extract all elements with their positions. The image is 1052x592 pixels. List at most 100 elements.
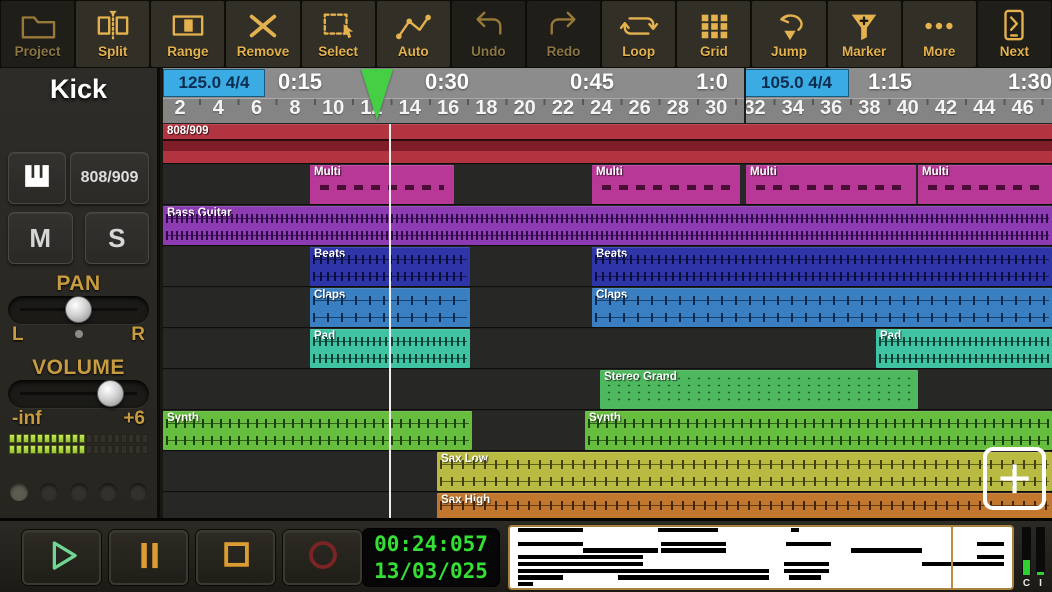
minimap-row [510,541,1012,546]
instrument-preset-button[interactable]: 808/909 [70,152,149,204]
ruler-bar-number: 30 [705,99,728,119]
time-display[interactable]: 00:24:057 13/03/025 [362,528,500,587]
audio-clip[interactable]: Synth [163,411,472,450]
audio-clip[interactable]: Sax High [437,493,1052,518]
track-row-claps[interactable]: Claps Claps [163,288,1052,328]
toolbar-button-label: Select [318,44,359,60]
ruler-bar-number: 10 [322,99,345,119]
audio-clip[interactable]: Synth [585,411,1052,450]
add-clip-button[interactable]: + [983,447,1046,510]
track-row-sax-low[interactable]: Sax Low [163,452,1052,492]
toolbar-button-redo[interactable]: Redo [526,1,601,67]
play-button[interactable] [22,530,101,585]
track-row-sax-high[interactable]: Sax High [163,493,1052,518]
ruler-bar-number: 2 [174,99,186,119]
track-row-808-909[interactable]: 808/909 [163,124,1052,164]
toolbar-button-undo[interactable]: Undo [451,1,525,67]
audio-clip[interactable]: Beats [592,247,1052,286]
toolbar-button-select[interactable]: Select [301,1,375,67]
tempo-marker[interactable]: 125.0 4/4 [163,69,265,97]
ruler-bar-row[interactable]: 2 4 6 8 10 12 14 16 18 20 22 24 26 28 30 32 34 36 38 40 42 44… [163,99,1052,123]
toolbar-button-label: Grid [699,44,728,60]
toolbar-button-range[interactable]: Range [151,1,225,67]
toolbar-button-project[interactable]: Project [1,1,75,67]
record-button[interactable] [283,530,362,585]
volume-label: VOLUME [32,356,125,379]
toolbar-button-next[interactable]: Next [977,1,1051,67]
pan-label: PAN [56,272,101,295]
automation-icon [392,9,434,43]
ruler-bar-number: 16 [436,99,460,119]
pan-slider[interactable] [8,296,149,324]
audio-clip[interactable]: 808/909 [163,124,1052,163]
pan-center-detent [74,330,83,338]
audio-clip[interactable]: Claps [592,288,1052,327]
ruler-bar-number: 22 [551,99,575,119]
toolbar-button-label: Loop [622,44,656,60]
toolbar-button-label: Split [98,44,128,60]
track-row-beats[interactable]: Beats Beats [163,247,1052,287]
clip-label: Multi [596,166,623,178]
audio-clip[interactable]: Beats [310,247,470,286]
track-row-multi[interactable]: Multi Multi Multi Multi [163,165,1052,205]
ruler-bar-number: 40 [896,99,919,119]
timeline-ruler[interactable]: 125.0 4/4 105.0 4/4 0:15 0:30 0:45 1:0 1:15 1:3… [163,68,1052,124]
audio-clip[interactable]: Stereo Grand [600,370,918,409]
minimap-row [510,548,1012,553]
song-overview-minimap[interactable] [508,525,1014,590]
toolbar-button-grid[interactable]: Grid [677,1,751,67]
ruler-bar-number: 36 [819,99,843,119]
piano-icon [17,159,57,198]
next-icon [993,9,1035,43]
ruler-bar-number: 44 [973,99,996,119]
pause-button[interactable] [109,530,188,585]
volume-knob[interactable] [97,380,125,407]
volume-slider[interactable] [8,380,149,408]
toolbar-button-label: Undo [471,44,506,60]
audio-clip[interactable]: Pad [310,329,470,368]
meter-led [23,445,29,454]
audio-clip[interactable]: Multi [746,165,916,204]
ruler-time-row[interactable]: 125.0 4/4 105.0 4/4 0:15 0:30 0:45 1:0 1:15 1:3… [163,68,1052,99]
audio-clip[interactable]: Bass Guitar [163,206,1052,245]
transport-bar: 00:24:057 13/03/025 CI [0,518,1052,592]
toolbar-button-marker[interactable]: Marker [827,1,901,67]
meter-led [58,434,64,443]
stop-button[interactable] [196,530,275,585]
toolbar-button-auto[interactable]: Auto [376,1,450,67]
audio-clip[interactable]: Claps [310,288,470,327]
playhead-marker[interactable] [361,69,393,120]
ruler-time-label: 1:15 [867,69,913,94]
audio-clip[interactable]: Sax Low [437,452,1052,491]
meter-led [37,434,43,443]
tempo-marker[interactable]: 105.0 4/4 [744,69,849,97]
loop-icon [618,9,660,43]
instrument-button[interactable] [8,152,66,204]
audio-clip[interactable]: Multi [918,165,1052,204]
solo-button[interactable]: S [84,212,149,264]
pan-right-label: R [131,324,145,345]
toolbar-button-more[interactable]: More [902,1,976,67]
select-icon [317,9,359,43]
ruler-time-label: 1:30 [1007,69,1052,94]
toolbar-button-loop[interactable]: Loop [602,1,676,67]
mute-button[interactable]: M [8,212,73,264]
ruler-time-label: 0:45 [569,69,615,94]
volume-max-label: +6 [123,408,145,429]
audio-clip[interactable]: Multi [310,165,454,204]
toolbar-button-remove[interactable]: Remove [226,1,300,67]
toolbar-button-split[interactable]: Split [76,1,150,67]
track-row-synth[interactable]: Synth Synth [163,411,1052,451]
audio-clip[interactable]: Pad [876,329,1052,368]
clip-label: 808/909 [167,125,209,137]
toolbar-button-jump[interactable]: Jump [752,1,826,67]
clip-label: Multi [922,166,949,178]
track-row-bass-guitar[interactable]: Bass Guitar [163,206,1052,246]
track-row-stereo-grand[interactable]: Stereo Grand [163,370,1052,410]
pan-knob[interactable] [65,296,92,323]
track-row-pad[interactable]: Pad Pad [163,329,1052,369]
meter-led [16,434,22,443]
meter-led [128,434,134,443]
audio-clip[interactable]: Multi [592,165,740,204]
io-meter-i [1036,527,1045,575]
